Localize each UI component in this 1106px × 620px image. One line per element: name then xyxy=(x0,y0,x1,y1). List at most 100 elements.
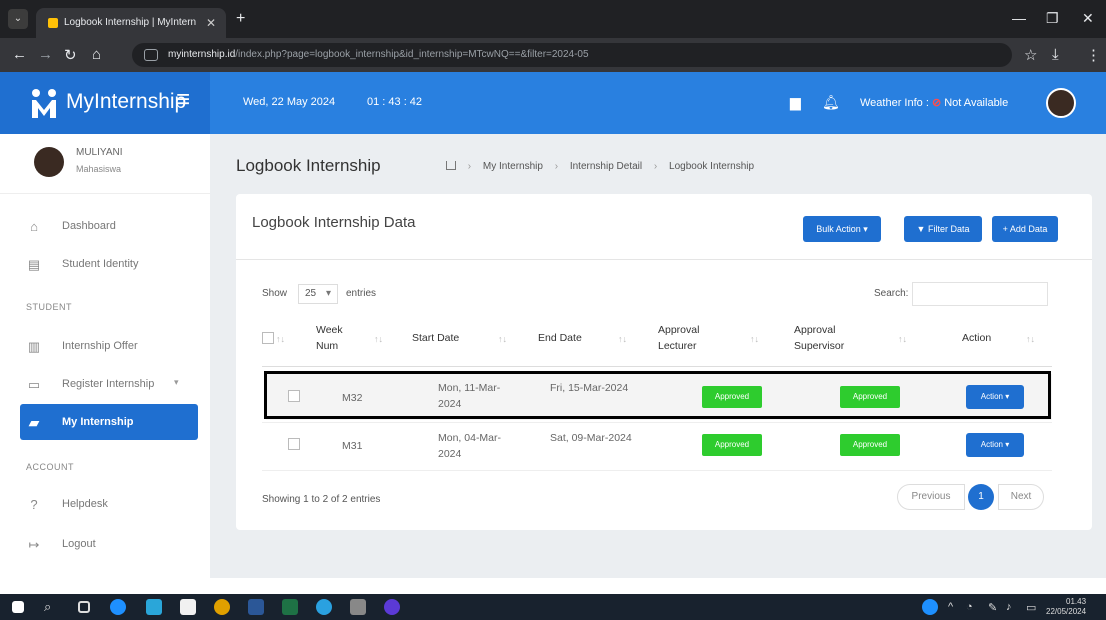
chevron-down-icon: ▾ xyxy=(325,288,331,299)
hamburger-icon[interactable]: ≡ xyxy=(176,86,190,114)
edge-icon[interactable] xyxy=(110,599,126,615)
pagination-next[interactable]: Next xyxy=(998,484,1044,510)
reload-icon[interactable]: ↻ xyxy=(64,46,77,64)
column-header-week[interactable]: Week Num xyxy=(316,322,360,354)
main-content: Logbook Internship › My Internship › Int… xyxy=(210,134,1106,594)
header-time: 01 : 43 : 42 xyxy=(367,96,423,108)
search-label: Search: xyxy=(874,288,909,299)
minimize-icon[interactable]: — xyxy=(1012,10,1026,26)
column-header-end-date[interactable]: End Date xyxy=(538,330,582,346)
notification-icon[interactable]: ▭ xyxy=(1026,601,1036,614)
button-label: Action xyxy=(980,440,1003,449)
header-divider xyxy=(262,366,1052,367)
column-header-approval-supervisor[interactable]: Approval Supervisor xyxy=(794,322,870,354)
logout-icon: ↦ xyxy=(28,537,40,552)
home-icon[interactable] xyxy=(446,161,456,170)
excel-icon[interactable] xyxy=(282,599,298,615)
wifi-icon[interactable]: ◔ xyxy=(966,601,973,613)
menu-icon[interactable]: ⋮ xyxy=(1086,46,1101,64)
os-taskbar: ⌕ ^ ◔ ✎ ♪ ▭ 01.43 22/05/2024 xyxy=(0,594,1106,620)
bell-icon[interactable]: 🔔︎ xyxy=(822,94,840,111)
sidebar-item-helpdesk[interactable]: ? Helpdesk xyxy=(0,486,210,522)
star-icon[interactable]: ☆ xyxy=(1024,46,1037,64)
sidebar-item-label: Helpdesk xyxy=(62,498,108,510)
close-window-icon[interactable]: ✕ xyxy=(1082,10,1094,27)
sort-icon[interactable]: ↑↓ xyxy=(374,334,383,344)
forward-icon[interactable]: → xyxy=(38,46,53,63)
breadcrumb-item[interactable]: Internship Detail xyxy=(570,161,642,172)
home-icon: ⌂ xyxy=(30,219,38,234)
entries-value: 25 xyxy=(305,288,317,299)
back-icon[interactable]: ← xyxy=(12,46,27,63)
restore-icon[interactable]: ❐ xyxy=(1046,10,1059,27)
word-icon[interactable] xyxy=(248,599,264,615)
new-tab-button[interactable]: + xyxy=(236,10,245,28)
weather-label: Weather Info : xyxy=(860,97,929,109)
pen-icon[interactable]: ✎ xyxy=(988,601,997,614)
entries-select[interactable]: 25 ▾ xyxy=(298,284,338,304)
chrome-icon[interactable] xyxy=(214,599,230,615)
sort-icon[interactable]: ↑↓ xyxy=(276,334,285,344)
sidebar-item-label: Register Internship xyxy=(62,378,155,390)
volume-icon[interactable]: ♪ xyxy=(1006,601,1012,613)
taskbar-clock[interactable]: 01.43 22/05/2024 xyxy=(1046,597,1086,617)
store-icon[interactable] xyxy=(146,599,162,615)
calendar-icon[interactable]: ▆ xyxy=(790,94,801,111)
sidebar-item-logout[interactable]: ↦ Logout xyxy=(0,526,210,562)
column-header-start-date[interactable]: Start Date xyxy=(412,330,459,346)
url-field[interactable]: myinternship.id/index.php?page=logbook_i… xyxy=(132,43,1012,67)
sidebar-item-internship-offer[interactable]: ▥ Internship Offer xyxy=(0,328,210,364)
close-icon[interactable]: ✕ xyxy=(206,8,216,38)
pagination-previous[interactable]: Previous xyxy=(897,484,965,510)
app-header: MyInternship ≡ Wed, 22 May 2024 01 : 43 … xyxy=(0,72,1106,134)
telegram-icon[interactable] xyxy=(316,599,332,615)
add-data-button[interactable]: + Add Data xyxy=(992,216,1058,242)
sort-icon[interactable]: ↑↓ xyxy=(898,334,907,344)
help-icon[interactable] xyxy=(922,599,938,615)
row-checkbox[interactable] xyxy=(288,438,300,450)
home-icon[interactable]: ⌂ xyxy=(92,46,101,63)
sidebar-item-student-identity[interactable]: ▤ Student Identity xyxy=(0,246,210,282)
status-badge: Approved xyxy=(840,434,900,456)
section-student: STUDENT xyxy=(26,302,72,312)
sidebar-item-register-internship[interactable]: ▭ Register Internship ▾ xyxy=(0,366,210,402)
site-info-icon[interactable] xyxy=(144,49,158,61)
task-view-icon[interactable] xyxy=(78,601,90,613)
browser-tab[interactable]: Logbook Internship | MyIntern ✕ xyxy=(36,8,226,38)
pagination-current[interactable]: 1 xyxy=(968,484,994,510)
app-icon[interactable] xyxy=(350,599,366,615)
browser-tab-bar: ⌄ Logbook Internship | MyIntern ✕ + — ❐ … xyxy=(0,0,1106,38)
brand[interactable]: MyInternship ≡ xyxy=(0,72,210,134)
filter-data-button[interactable]: ▼ Filter Data xyxy=(904,216,982,242)
files-icon[interactable] xyxy=(180,599,196,615)
user-profile[interactable]: MULIYANI Mahasiswa xyxy=(0,134,210,194)
windows-start-icon[interactable] xyxy=(12,601,24,613)
header-avatar[interactable] xyxy=(1046,88,1076,118)
sidebar-item-my-internship[interactable]: ▰ My Internship xyxy=(20,404,198,440)
showing-entries: Showing 1 to 2 of 2 entries xyxy=(262,494,381,505)
zoom-icon[interactable] xyxy=(384,599,400,615)
url-path: /index.php?page=logbook_internship&id_in… xyxy=(235,49,589,60)
row-action-button[interactable]: Action ▾ xyxy=(966,433,1024,457)
sidebar-item-dashboard[interactable]: ⌂ Dashboard xyxy=(0,208,210,244)
tab-search-button[interactable]: ⌄ xyxy=(8,9,28,29)
sort-icon[interactable]: ↑↓ xyxy=(618,334,627,344)
tray-chevron-icon[interactable]: ^ xyxy=(948,601,953,613)
sort-icon[interactable]: ↑↓ xyxy=(750,334,759,344)
sort-icon[interactable]: ↑↓ xyxy=(498,334,507,344)
search-icon[interactable]: ⌕ xyxy=(44,599,51,615)
search-input[interactable] xyxy=(912,282,1048,306)
weather-value: Not Available xyxy=(944,97,1009,109)
column-header-action[interactable]: Action xyxy=(962,330,991,346)
sort-icon[interactable]: ↑↓ xyxy=(1026,334,1035,344)
download-icon[interactable]: ⤓ xyxy=(1052,46,1059,63)
column-header-approval-lecturer[interactable]: Approval Lecturer xyxy=(658,322,718,354)
entries-label: entries xyxy=(346,288,377,299)
breadcrumb-item[interactable]: My Internship xyxy=(483,161,543,172)
sidebar-item-label: Internship Offer xyxy=(62,340,138,352)
building-icon: ▥ xyxy=(27,339,41,354)
section-account: ACCOUNT xyxy=(26,462,74,472)
select-all-checkbox[interactable] xyxy=(262,332,274,344)
bulk-action-button[interactable]: Bulk Action ▾ xyxy=(803,216,881,242)
tab-title: Logbook Internship | MyIntern xyxy=(64,17,197,28)
